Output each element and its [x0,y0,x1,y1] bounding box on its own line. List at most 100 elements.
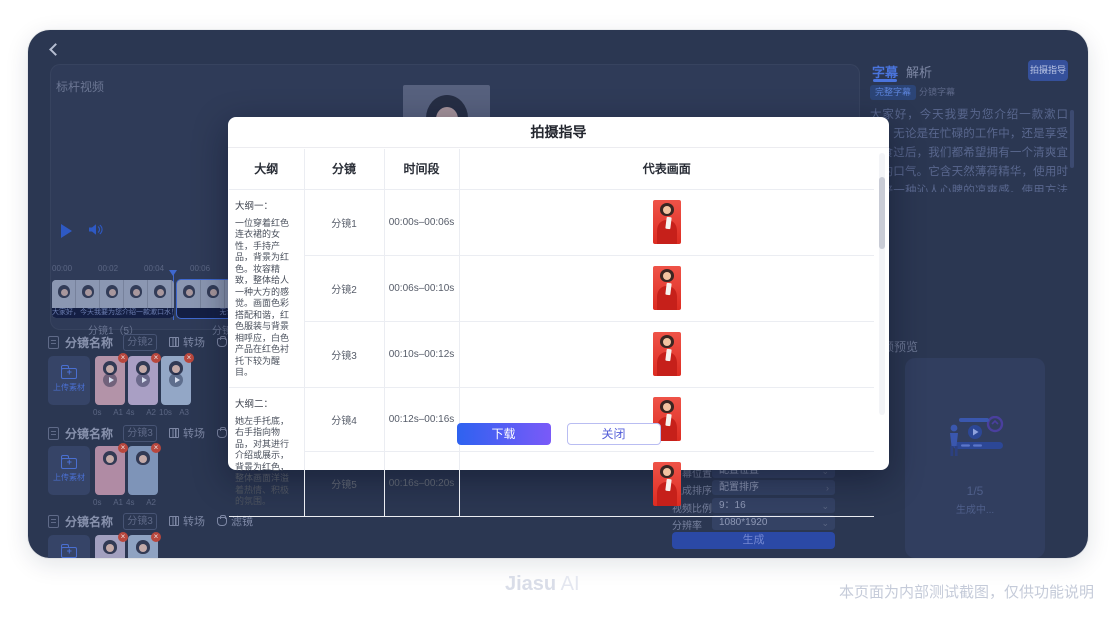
material-thumb[interactable]: × [161,356,191,405]
table-row: 分镜2 00:06s–00:10s [229,255,874,321]
material-thumb[interactable]: × [95,535,125,558]
shot-name-label: 分镜名称 [65,425,113,442]
shot-name-label: 分镜名称 [65,513,113,530]
material-thumb[interactable]: × [95,356,125,405]
upload-material-card[interactable]: 上传素材 [48,535,90,558]
clip-meta: 4sA2 [126,408,156,417]
remove-icon[interactable]: × [118,443,128,453]
shot-section-2-header: 分镜名称 分镜3 转场 滤镜 [48,424,253,442]
table-scrollbar-track[interactable] [879,153,885,415]
material-thumb[interactable]: × [128,356,158,405]
guidance-table: 大纲 分镜 时间段 代表画面 大纲一： 一位穿着红色连衣裙的女性，手持产品，背景… [229,149,874,517]
table-scrollbar-thumb[interactable] [879,177,885,249]
shot-cell: 分镜1 [304,189,384,255]
shot-name-input[interactable]: 分镜3 [123,425,157,442]
upload-folder-icon [61,368,77,379]
remove-icon[interactable]: × [118,353,128,363]
time-cell: 00:00s–00:06s [384,189,459,255]
upload-folder-icon [61,547,77,558]
transition-button[interactable]: 转场 [169,425,205,441]
play-overlay-icon[interactable] [136,373,150,387]
modal-buttons: 下载 关闭 [228,423,889,445]
material-thumb[interactable]: × [128,535,158,558]
upload-material-card[interactable]: 上传素材 [48,446,90,495]
outline-title: 大纲二： [235,396,298,410]
chevron-down-icon: ⌄ [821,516,829,531]
play-overlay-icon[interactable] [103,373,117,387]
table-row: 分镜5 00:16s–00:20s [229,452,874,517]
transition-button[interactable]: 转场 [169,513,205,529]
header-outline: 大纲 [229,149,304,189]
brand-logo: Jiasu AI [505,573,580,596]
clip-meta: 4sA2 [126,498,156,507]
document-icon [48,336,59,349]
time-cell: 00:10s–00:12s [384,321,459,387]
remove-icon[interactable]: × [151,443,161,453]
upload-material-card[interactable]: 上传素材 [48,356,90,405]
app-window: 标杆视频 00:00 00:02 00:04 00:06 大家好，今天我要为您介… [28,30,1088,558]
modal-title: 拍摄指导 [228,117,889,148]
shot-cell: 分镜3 [304,321,384,387]
thumb-face [106,365,114,373]
shooting-guide-modal: 拍摄指导 大纲 分镜 时间段 代表画面 大纲一： 一位穿着红色连衣裙的女性，手持… [228,117,889,470]
close-button[interactable]: 关闭 [567,423,661,445]
remove-icon[interactable]: × [118,532,128,542]
clip-meta: 10sA3 [159,408,189,417]
shot-name-input[interactable]: 分镜3 [123,513,157,530]
shooting-guide-button[interactable]: 拍摄指导 [1028,60,1068,81]
transition-button[interactable]: 转场 [169,334,205,350]
thumb-face [106,544,114,552]
outline-title: 大纲一： [235,198,298,212]
tick-0006: 00:06 [190,264,210,273]
outline-2-cell: 大纲二： 她左手托底，右手指向物品，对其进行介绍或展示，背景为红色，整体画面洋溢… [229,387,304,516]
time-cell: 00:06s–00:10s [384,255,459,321]
play-icon[interactable] [61,224,72,238]
volume-icon[interactable] [88,223,103,241]
resolution-select[interactable]: 1080*1920⌄ [712,515,835,530]
frame-cell [459,255,874,321]
clip-meta: 0sA1 [93,408,123,417]
generating-illustration [945,416,1007,460]
shot-section-2-cards: 上传素材 × × [48,446,158,495]
time-cell: 00:16s–00:20s [384,452,459,517]
transition-icon [169,337,179,347]
download-button[interactable]: 下载 [457,423,551,445]
transition-icon [169,428,179,438]
table-row: 分镜3 00:10s–00:12s [229,321,874,387]
representative-frame [653,266,681,310]
filter-icon [217,517,227,526]
remove-icon[interactable]: × [184,353,194,363]
setting-row-resolution: 分辨率 1080*1920⌄ [672,515,835,530]
header-timerange: 时间段 [384,149,459,189]
thumb-face [172,365,180,373]
filter-icon [217,429,227,438]
clip-meta: 0sA1 [93,498,123,507]
generation-progress: 1/5 [905,484,1045,498]
subtitle-scrollbar[interactable] [1070,110,1074,168]
remove-icon[interactable]: × [151,353,161,363]
shot-name-input[interactable]: 分镜2 [123,334,157,351]
material-thumb[interactable]: × [128,446,158,495]
pill-shot-subtitle[interactable]: 分镜字幕 [914,85,960,100]
document-icon [48,515,59,528]
pill-full-subtitle[interactable]: 完整字幕 [870,85,916,100]
material-thumb[interactable]: × [95,446,125,495]
frame-cell [459,189,874,255]
play-overlay-icon[interactable] [169,373,183,387]
shot-section-3-header: 分镜名称 分镜3 转场 滤镜 [48,512,253,530]
tab-analysis[interactable]: 解析 [906,62,932,81]
generate-button[interactable]: 生成 [672,532,835,549]
header-frame: 代表画面 [459,149,874,189]
shot-section-1-header: 分镜名称 分镜2 转场 滤镜 [48,333,253,351]
frame-cell [459,452,874,517]
back-icon[interactable] [46,42,62,58]
document-icon [48,427,59,440]
timeline-clip-1[interactable]: 大家好，今天我要为您介绍一款漱口水！ [52,280,174,318]
table-header-row: 大纲 分镜 时间段 代表画面 [229,149,874,189]
generating-status: 生成中... [905,501,1045,516]
remove-icon[interactable]: × [151,532,161,542]
upload-folder-icon [61,458,77,469]
active-tab-underline [873,79,897,82]
outline-desc: 一位穿着红色连衣裙的女性，手持产品，背景为红色。妆容精致，整体给人一种大方的感觉… [235,218,298,379]
thumb-face [139,455,147,463]
